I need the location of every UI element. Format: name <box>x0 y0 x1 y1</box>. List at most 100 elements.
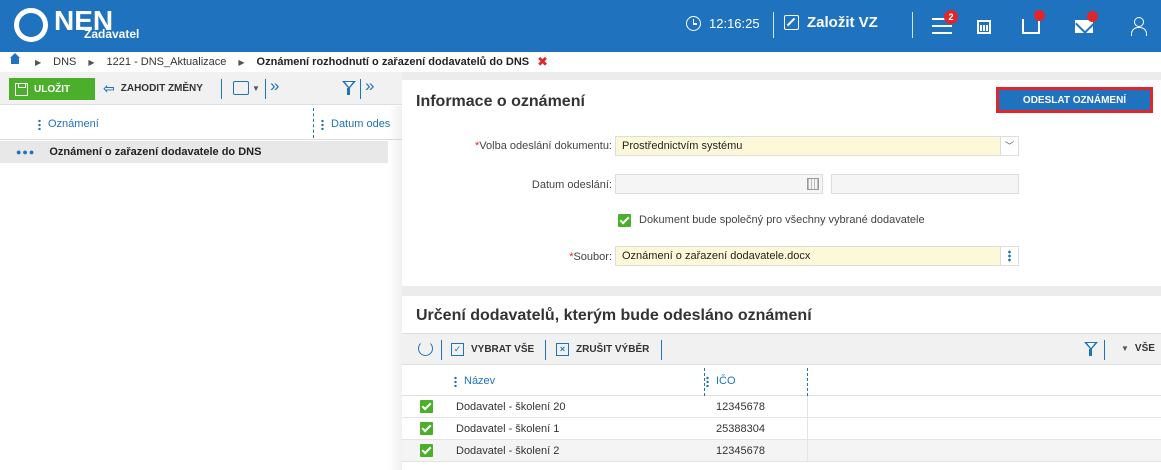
suppliers-title: Určení dodavatelů, kterým bude odesláno … <box>416 307 812 324</box>
expand-toolbar-icon[interactable]: » <box>270 76 279 96</box>
save-label: ULOŽIT <box>34 83 71 95</box>
breadcrumb-item-dns[interactable]: DNS <box>53 56 76 68</box>
table-row[interactable]: ●●● Oznámení o zařazení dodavatele do DN… <box>0 141 388 163</box>
filter-icon[interactable] <box>1084 342 1098 357</box>
discard-changes-button[interactable]: ⇦ ZAHODIT ZMĚNY <box>103 80 203 97</box>
breadcrumb-item-current: Oznámení rozhodnutí o zařazení dodavatel… <box>256 56 530 68</box>
edit-icon <box>784 15 799 30</box>
calendar-icon[interactable] <box>807 178 819 190</box>
chevron-right-icon: ▶ <box>35 57 42 67</box>
table-row[interactable]: Dodavatel - školení 20 12345678 <box>402 396 1161 418</box>
discard-label: ZAHODIT ZMĚNY <box>120 83 203 94</box>
row-checkbox[interactable] <box>420 422 433 435</box>
create-contract-button[interactable]: Založit VZ <box>784 14 878 31</box>
mail-icon[interactable] <box>1075 11 1098 33</box>
home-icon[interactable] <box>9 53 21 67</box>
common-document-label: Dokument bude společný pro všechny vybra… <box>639 214 925 226</box>
chevron-down-icon: ▼ <box>1121 344 1129 353</box>
file-label: *Soubor: <box>569 251 612 263</box>
send-notice-button[interactable]: ODESLAT OZNÁMENÍ <box>996 87 1153 113</box>
left-toolbar: ULOŽIT ⇦ ZAHODIT ZMĚNY ▼ » » <box>0 72 402 105</box>
divider <box>360 79 361 99</box>
row-checkbox[interactable] <box>420 400 433 413</box>
deselect-button[interactable]: × ZRUŠIT VÝBĚR <box>556 343 649 356</box>
logo-subtitle: Zadavatel <box>84 27 140 41</box>
chevron-right-icon: ▶ <box>88 57 95 67</box>
row-checkbox[interactable] <box>420 444 433 457</box>
notice-info-title: Informace o oznámení <box>416 93 585 110</box>
close-tab-icon[interactable]: ✖ <box>537 54 548 70</box>
cell-divider <box>807 418 808 440</box>
send-time-field[interactable] <box>831 174 1019 194</box>
clock-icon <box>686 16 701 31</box>
menu-icon[interactable]: 2 <box>932 10 958 34</box>
divider <box>661 340 662 360</box>
send-method-select[interactable]: Prostřednictvím systému ﹀ <box>615 136 1019 156</box>
mail-badge-dot <box>1087 11 1098 22</box>
supplier-ico: 25388304 <box>716 423 765 435</box>
print-icon[interactable] <box>233 81 249 95</box>
session-clock: 12:16:25 <box>686 16 760 31</box>
deselect-icon: × <box>556 343 569 356</box>
expand-panel-icon[interactable]: » <box>365 76 374 96</box>
column-menu-icon[interactable] <box>38 118 41 130</box>
user-icon[interactable] <box>1131 17 1147 36</box>
column-resize-handle[interactable] <box>807 368 808 396</box>
inbox-tray-icon[interactable] <box>1022 10 1045 34</box>
supplier-ico: 12345678 <box>716 401 765 413</box>
column-menu-icon[interactable] <box>321 118 324 130</box>
divider <box>221 79 222 99</box>
clock-time: 12:16:25 <box>709 16 760 31</box>
panel-shadow <box>388 106 402 470</box>
column-menu-icon[interactable] <box>454 375 457 387</box>
divider <box>912 12 913 38</box>
send-method-label: *Volba odeslání dokumentu: <box>475 140 612 152</box>
left-grid-header: Oznámení Datum odes <box>0 106 402 140</box>
column-resize-handle[interactable] <box>704 368 705 396</box>
select-all-button[interactable]: ✓ VYBRAT VŠE <box>451 343 534 356</box>
cell-divider <box>807 396 808 418</box>
calculator-icon[interactable] <box>977 20 991 34</box>
notification-badge: 2 <box>944 10 958 24</box>
table-row[interactable]: Dodavatel - školení 1 25388304 <box>402 418 1161 440</box>
chevron-down-icon[interactable]: ▼ <box>252 84 260 93</box>
table-row[interactable]: Dodavatel - školení 2 12345678 <box>402 440 1161 462</box>
file-field[interactable]: Oznámení o zařazení dodavatele.docx <box>615 246 1019 266</box>
refresh-icon[interactable] <box>418 341 433 356</box>
divider <box>545 340 546 360</box>
supplier-ico: 12345678 <box>716 445 765 457</box>
breadcrumb: ▶ DNS ▶ 1221 - DNS_Aktualizace ▶ Oznámen… <box>0 52 1161 72</box>
divider <box>1104 340 1105 360</box>
send-date-field[interactable] <box>615 174 823 194</box>
divider <box>773 12 774 38</box>
send-date-label: Datum odeslání: <box>531 179 612 191</box>
supplier-name: Dodavatel - školení 2 <box>456 445 560 457</box>
select-all-icon: ✓ <box>451 343 464 356</box>
column-header-send-date[interactable]: Datum odes <box>321 118 390 130</box>
chevron-right-icon: ▶ <box>238 57 245 67</box>
more-options-icon[interactable] <box>1000 247 1018 265</box>
create-contract-label: Založit VZ <box>807 14 878 31</box>
divider <box>441 340 442 360</box>
supplier-name: Dodavatel - školení 20 <box>456 401 566 413</box>
suppliers-grid-header: Název IČO <box>402 366 1161 396</box>
filter-icon[interactable] <box>342 81 356 96</box>
undo-arrow-icon: ⇦ <box>103 80 115 96</box>
column-header-notice[interactable]: Oznámení <box>38 118 99 130</box>
supplier-name: Dodavatel - školení 1 <box>456 423 560 435</box>
save-button[interactable]: ULOŽIT <box>9 78 95 100</box>
breadcrumb-item-procedure[interactable]: 1221 - DNS_Aktualizace <box>107 56 227 68</box>
row-notice-name: Oznámení o zařazení dodavatele do DNS <box>49 146 262 158</box>
common-document-checkbox[interactable] <box>618 214 631 227</box>
logo-circle-icon <box>14 8 48 42</box>
chevron-down-icon[interactable]: ﹀ <box>1000 137 1018 155</box>
column-header-ico[interactable]: IČO <box>706 375 736 387</box>
filter-all-dropdown[interactable]: ▼ VŠE <box>1121 343 1155 354</box>
column-header-name[interactable]: Název <box>454 375 495 387</box>
inbox-badge-dot <box>1034 10 1045 21</box>
column-resize-handle[interactable] <box>313 108 314 138</box>
floppy-icon <box>15 82 28 96</box>
row-menu-icon[interactable]: ●●● <box>16 147 35 157</box>
top-bar: NEN Zadavatel 12:16:25 Založit VZ 2 <box>0 0 1161 52</box>
column-menu-icon[interactable] <box>706 375 709 387</box>
